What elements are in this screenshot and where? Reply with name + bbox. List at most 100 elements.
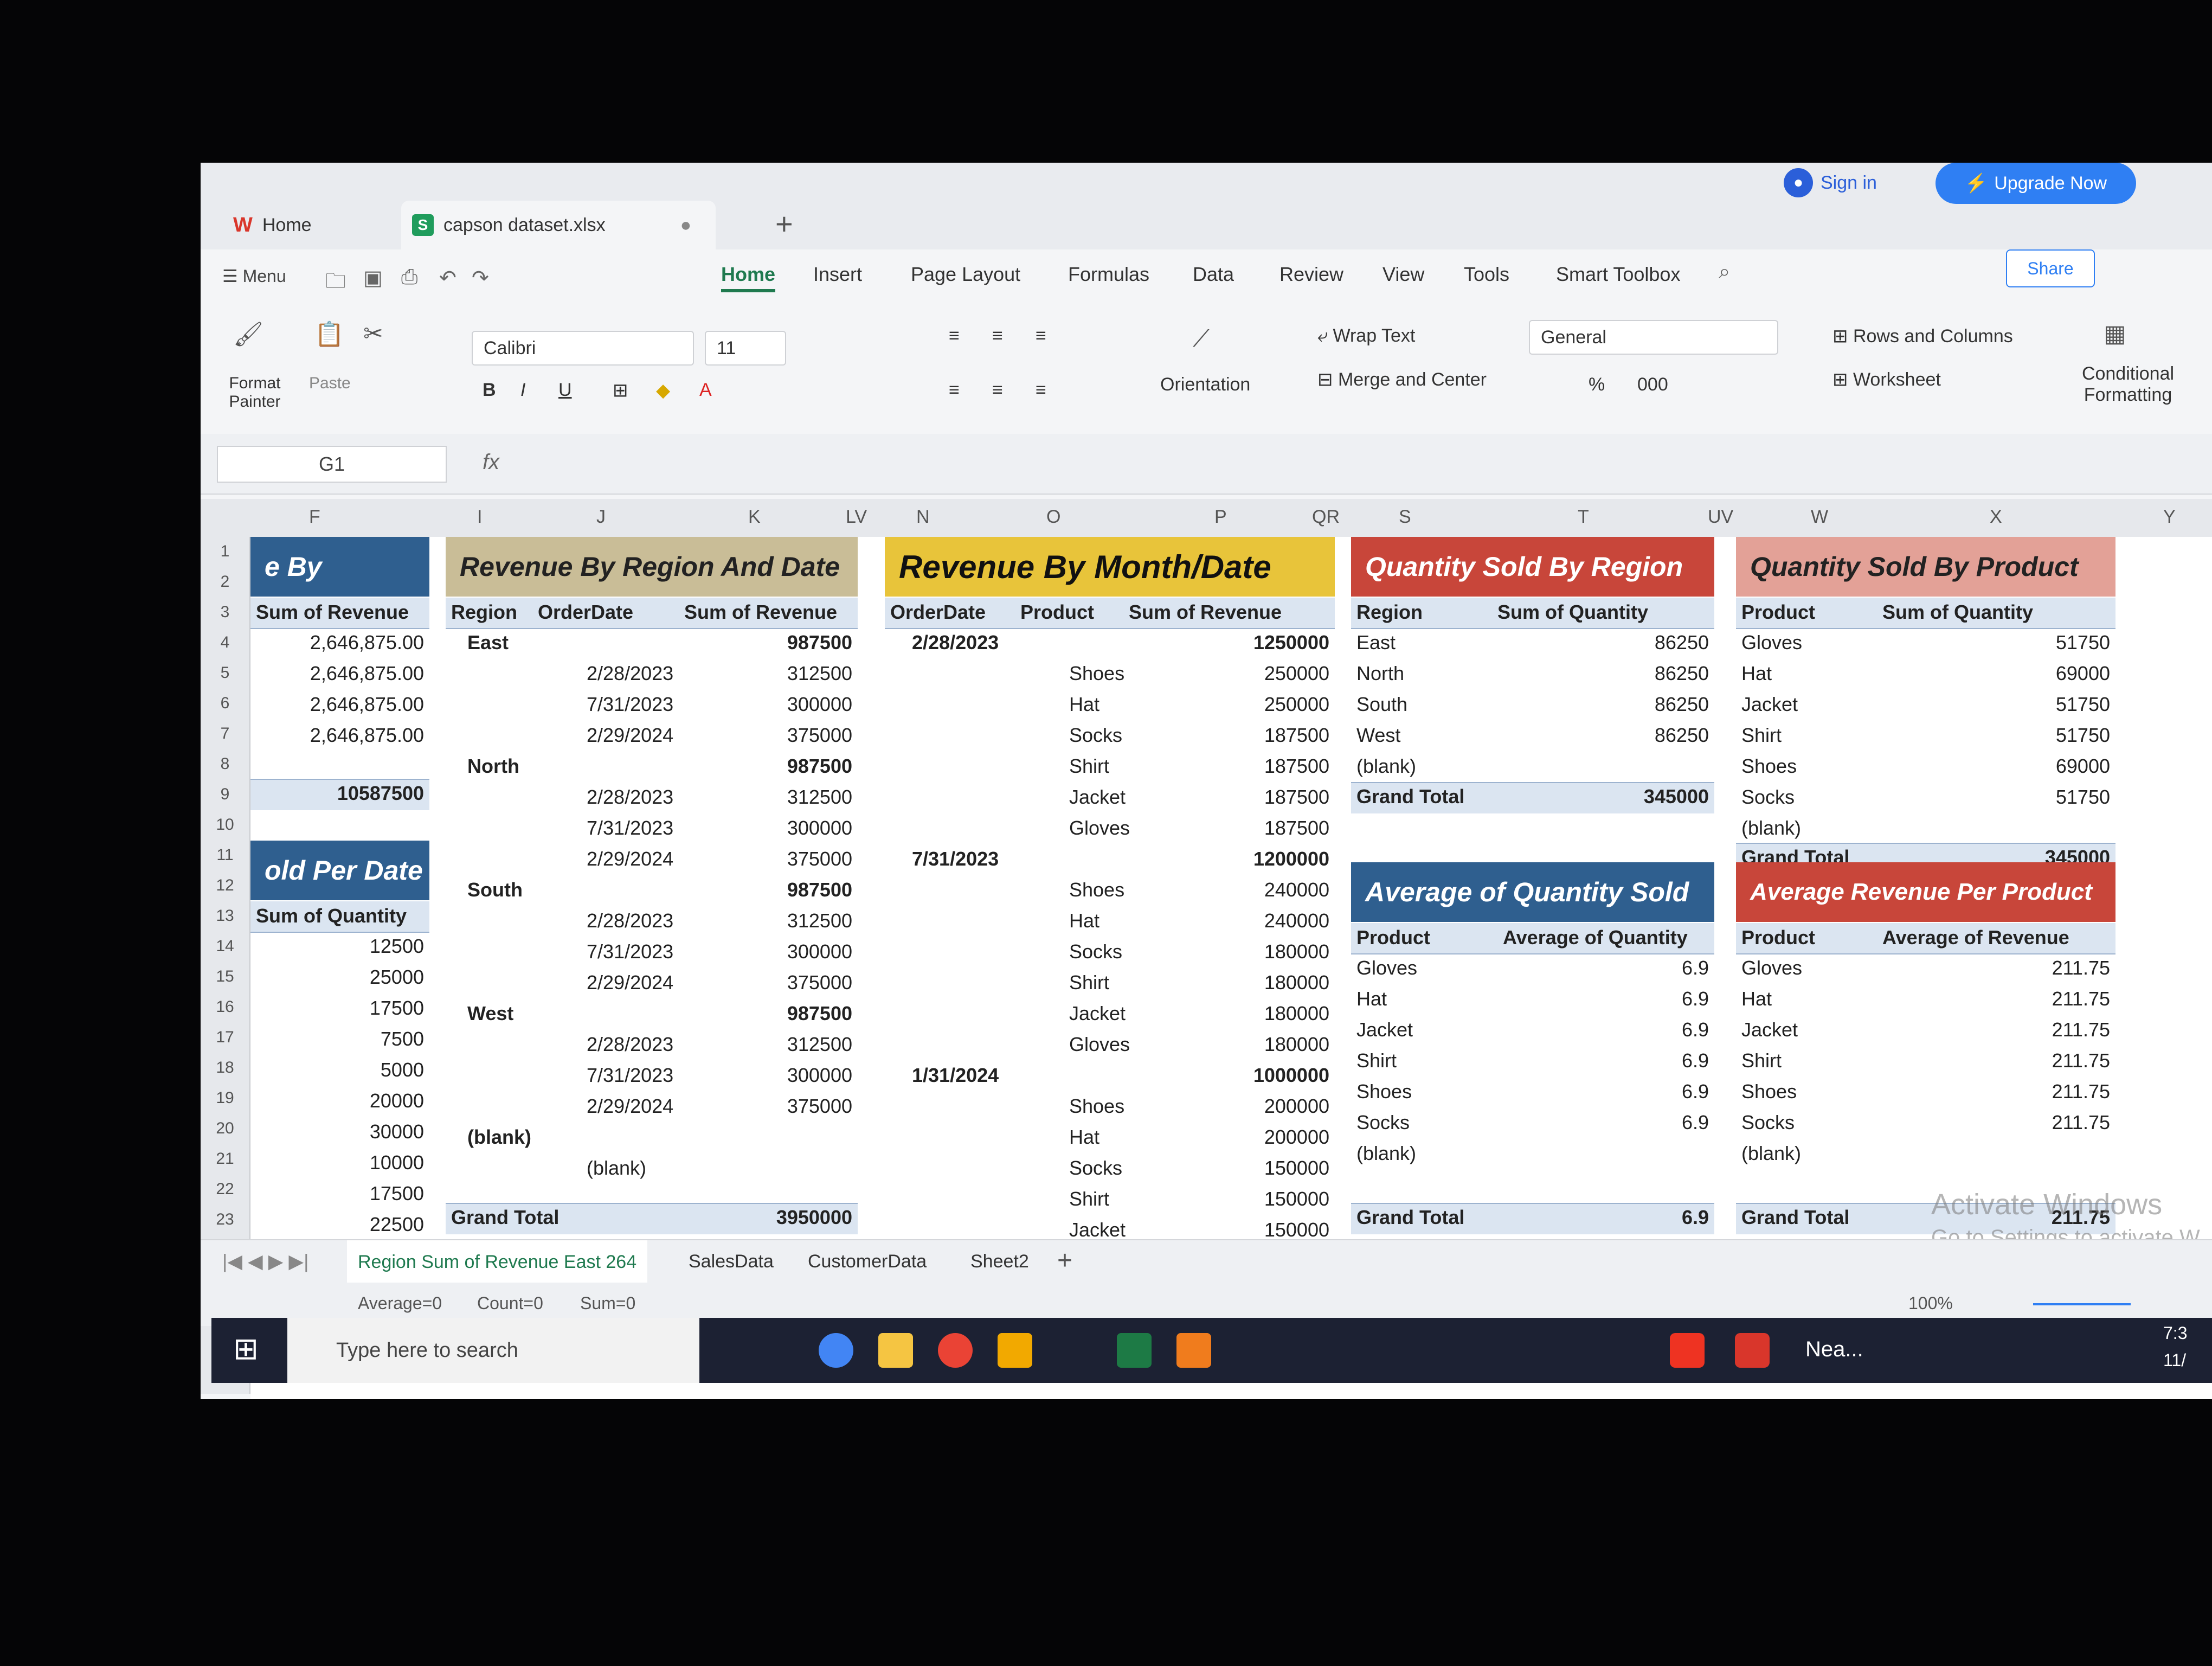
row-header[interactable]: 18 <box>201 1059 249 1077</box>
search-icon[interactable]: ⌕ <box>1719 260 1730 284</box>
save-icon[interactable]: ▣ <box>363 266 383 290</box>
row-header[interactable]: 11 <box>201 846 249 864</box>
upgrade-button[interactable]: ⚡ Upgrade Now <box>1935 163 2136 204</box>
youtube-icon[interactable] <box>1670 1333 1705 1368</box>
new-tab-icon[interactable]: + <box>775 206 793 241</box>
col-header[interactable]: LV <box>846 507 867 528</box>
cut-icon[interactable]: ✂ <box>363 320 383 348</box>
chrome-profile-icon[interactable] <box>938 1333 973 1368</box>
clock-time[interactable]: 7:3 <box>2163 1323 2187 1343</box>
qty-region-header-region[interactable]: Region <box>1356 601 1423 624</box>
month-date-header-product[interactable]: Product <box>1020 601 1094 624</box>
row-header[interactable]: 3 <box>201 603 249 621</box>
tab-menu-insert[interactable]: Insert <box>813 263 862 286</box>
name-box[interactable]: G1 <box>217 446 447 483</box>
bold-button[interactable]: B <box>483 380 496 401</box>
font-color-icon[interactable]: A <box>699 380 712 401</box>
month-date-date[interactable]: 1/31/2024 <box>912 1064 999 1087</box>
row-header[interactable]: 6 <box>201 694 249 713</box>
sheet-nav-first-icon[interactable]: |◀ ◀ ▶ ▶| <box>222 1250 308 1273</box>
rows-columns-button[interactable]: ⊞ Rows and Columns <box>1832 325 2013 347</box>
sheet-tab[interactable]: CustomerData <box>808 1251 927 1272</box>
merge-center-button[interactable]: ⊟ Merge and Center <box>1317 369 1487 390</box>
sign-in-button[interactable]: ● Sign in <box>1784 168 1877 197</box>
borders-icon[interactable]: ⊞ <box>613 380 628 401</box>
zoom-level[interactable]: 100% <box>1908 1293 1953 1313</box>
row-header[interactable]: 19 <box>201 1089 249 1107</box>
sheet-tab[interactable]: Sheet2 <box>970 1251 1029 1272</box>
row-header[interactable]: 14 <box>201 937 249 956</box>
paste-icon[interactable]: 📋 <box>314 320 344 348</box>
excel-icon[interactable] <box>1117 1333 1152 1368</box>
row-header[interactable]: 8 <box>201 755 249 773</box>
tab-menu-home[interactable]: Home <box>721 263 776 292</box>
font-family-select[interactable]: Calibri <box>472 331 694 366</box>
col-header[interactable]: QR <box>1312 507 1340 528</box>
share-button[interactable]: Share <box>2006 249 2095 287</box>
tab-home[interactable]: W Home <box>222 201 396 249</box>
fill-color-icon[interactable]: ◆ <box>656 380 670 401</box>
undo-icon[interactable]: ↶ <box>439 266 456 290</box>
vlc-icon[interactable] <box>1176 1333 1211 1368</box>
conditional-formatting-label[interactable]: Conditional Formatting <box>2066 363 2190 406</box>
row-header[interactable]: 16 <box>201 998 249 1016</box>
col-header[interactable]: Y <box>2163 507 2176 528</box>
row-header[interactable]: 5 <box>201 664 249 682</box>
windows-start-icon[interactable]: ⊞ <box>233 1331 259 1367</box>
format-painter-icon[interactable]: 🖌 <box>233 320 263 348</box>
region-date-region[interactable]: (blank) <box>467 1126 531 1149</box>
row-header[interactable]: 20 <box>201 1119 249 1138</box>
row-header[interactable]: 21 <box>201 1150 249 1168</box>
sheet-tab[interactable]: SalesData <box>689 1251 774 1272</box>
row-header[interactable]: 9 <box>201 785 249 804</box>
row-header[interactable]: 10 <box>201 816 249 834</box>
col-header[interactable]: K <box>748 507 761 528</box>
row-header[interactable]: 23 <box>201 1210 249 1229</box>
clock-date[interactable]: 11/ <box>2163 1350 2186 1370</box>
row-header[interactable]: 1 <box>201 542 249 561</box>
region-date-region[interactable]: East <box>467 631 509 654</box>
tab-menu-review[interactable]: Review <box>1279 263 1343 286</box>
row-header[interactable]: 2 <box>201 573 249 591</box>
region-date-region[interactable]: South <box>467 879 523 901</box>
open-folder-icon[interactable]: 🗀 <box>325 266 346 301</box>
paste-label[interactable]: Paste <box>309 374 351 393</box>
italic-button[interactable]: I <box>520 380 525 401</box>
tab-menu-formulas[interactable]: Formulas <box>1068 263 1149 286</box>
wps-office-icon[interactable] <box>1735 1333 1770 1368</box>
conditional-formatting-icon[interactable]: ▦ <box>2104 320 2126 348</box>
tab-menu-data[interactable]: Data <box>1193 263 1234 286</box>
taskbar-search-input[interactable]: Type here to search <box>287 1318 699 1383</box>
tab-file[interactable]: S capson dataset.xlsx ● <box>401 201 716 249</box>
col-header[interactable]: T <box>1578 507 1589 528</box>
thousands-icon[interactable]: 000 <box>1637 374 1668 395</box>
col-header[interactable]: J <box>596 507 606 528</box>
redo-icon[interactable]: ↷ <box>472 266 489 290</box>
month-date-date[interactable]: 2/28/2023 <box>912 631 999 654</box>
row-header[interactable]: 4 <box>201 633 249 652</box>
number-format-select[interactable]: General <box>1529 320 1778 355</box>
col-header[interactable]: O <box>1046 507 1060 528</box>
file-explorer-icon[interactable] <box>878 1333 913 1368</box>
align-center-icon[interactable]: ≡ <box>992 380 1003 401</box>
col-header[interactable]: X <box>1990 507 2002 528</box>
region-date-header-region[interactable]: Region <box>451 601 517 624</box>
align-middle-icon[interactable]: ≡ <box>992 325 1003 347</box>
month-date-header-date[interactable]: OrderDate <box>890 601 986 624</box>
row-header[interactable]: 12 <box>201 876 249 895</box>
news-widget[interactable]: Nea... <box>1805 1337 1863 1362</box>
month-date-date[interactable]: 7/31/2023 <box>912 848 999 870</box>
row-header[interactable]: 13 <box>201 907 249 925</box>
region-date-header-date[interactable]: OrderDate <box>538 601 633 624</box>
align-bottom-icon[interactable]: ≡ <box>1036 325 1046 347</box>
orientation-icon[interactable]: ⟋ <box>1193 325 1210 353</box>
chrome-icon[interactable] <box>819 1333 853 1368</box>
row-header[interactable]: 15 <box>201 967 249 986</box>
row-header[interactable]: 22 <box>201 1180 249 1199</box>
zoom-slider[interactable] <box>2033 1303 2131 1305</box>
avg-qty-header-product[interactable]: Product <box>1356 926 1430 949</box>
print-icon[interactable]: ⎙ <box>401 266 417 289</box>
orientation-label[interactable]: Orientation <box>1160 374 1250 395</box>
row-header[interactable]: 7 <box>201 725 249 743</box>
col-header[interactable]: F <box>309 507 320 528</box>
